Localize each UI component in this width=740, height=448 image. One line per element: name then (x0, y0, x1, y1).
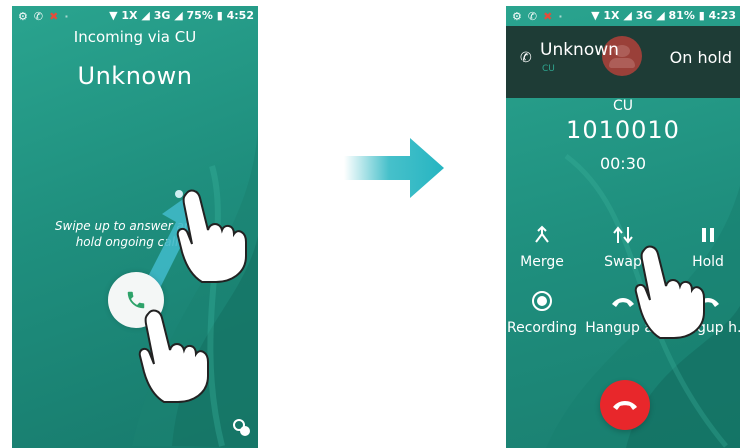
battery-level: 81% (668, 9, 695, 22)
incoming-call-screen: ⚙ ✆ ✖ · ▼ 1X ◢ 3G ◢ 75% ▮ 4:52 Incoming … (12, 6, 258, 448)
right-arrow-icon (344, 138, 444, 198)
in-call-screen: ⚙ ✆ ✖ · ▼ 1X ◢ 3G ◢ 81% ▮ 4:23 ✆ Unknown… (506, 6, 740, 448)
end-call-button[interactable] (600, 380, 650, 430)
on-hold-label: On hold (669, 48, 732, 67)
status-bar: ⚙ ✆ ✖ · ▼ 1X ◢ 3G ◢ 81% ▮ 4:23 (506, 6, 740, 26)
signal-icon: ◢ (623, 9, 632, 22)
signal-icon-2: ◢ (656, 9, 665, 22)
settings-icon: ⚙ (512, 9, 522, 23)
hangup-icon (613, 401, 637, 410)
recording-button[interactable]: Recording (506, 288, 581, 336)
hand-pointer-icon (634, 245, 705, 339)
carrier-label: CU (612, 98, 634, 114)
network2-label: 3G (635, 9, 653, 22)
held-carrier: CU (542, 64, 555, 74)
missed-call-icon: ✖ (543, 9, 553, 23)
hand-pointer-icon (138, 309, 209, 403)
hand-pointer-icon (176, 189, 247, 283)
swap-call-icon[interactable] (232, 418, 252, 442)
merge-icon (535, 225, 549, 243)
dot-icon: · (558, 9, 563, 23)
phone-icon: ✆ (520, 50, 532, 66)
held-caller-name: Unknown (540, 40, 619, 60)
status-right: ▼ 1X ◢ 3G ◢ 81% ▮ 4:23 (591, 9, 736, 22)
merge-button[interactable]: Merge (506, 222, 581, 270)
transition-arrow (344, 136, 448, 200)
record-icon (532, 291, 552, 311)
phone-icon: ✆ (527, 9, 538, 23)
call-timer: 00:30 (599, 154, 647, 173)
phone-number: 1010010 (566, 116, 680, 144)
wifi-icon: ▼ (591, 9, 600, 22)
recording-label: Recording (506, 320, 578, 336)
network-label: 1X (603, 9, 620, 22)
merge-label: Merge (520, 254, 564, 270)
battery-icon: ▮ (698, 9, 705, 22)
clock: 4:23 (708, 9, 736, 22)
